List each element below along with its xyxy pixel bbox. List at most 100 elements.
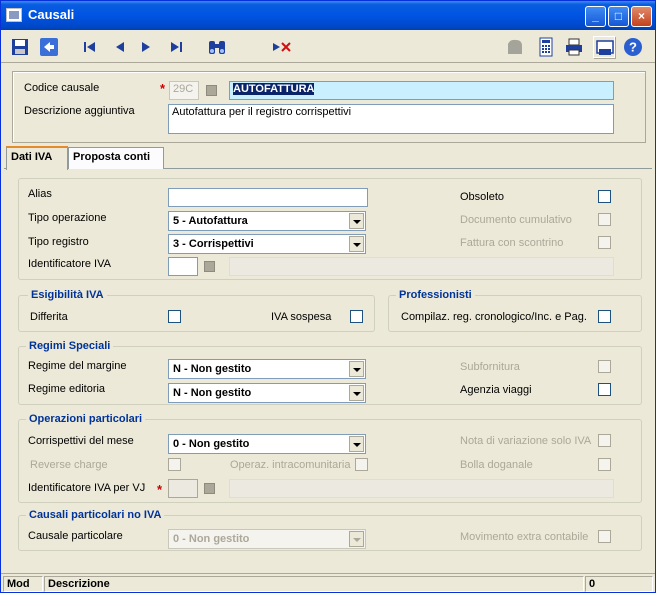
causali-window: Causali _ □ × ? Codice causale * 29C AUT… xyxy=(0,0,656,593)
tipo-operazione-value: 5 - Autofattura xyxy=(173,215,248,227)
svg-text:?: ? xyxy=(629,40,637,55)
gray-shape-icon[interactable] xyxy=(504,36,526,58)
identificatore-iva-label: Identificatore IVA xyxy=(28,258,111,270)
causale-particolare-value: 0 - Non gestito xyxy=(173,533,250,545)
chevron-down-icon[interactable] xyxy=(349,385,364,401)
obsoleto-checkbox[interactable] xyxy=(598,190,611,203)
fattura-scontrino-checkbox[interactable] xyxy=(598,236,611,249)
documento-cumulativo-checkbox[interactable] xyxy=(598,213,611,226)
movimento-extra-checkbox[interactable] xyxy=(598,530,611,543)
tab-dati-iva[interactable]: Dati IVA xyxy=(6,146,68,170)
iva-sospesa-label: IVA sospesa xyxy=(271,311,332,323)
descrizione-aggiuntiva-field[interactable]: Autofattura per il registro corrispettiv… xyxy=(168,104,614,134)
obsoleto-label: Obsoleto xyxy=(460,191,505,203)
delete-filter-icon[interactable] xyxy=(271,36,293,58)
identificatore-iva-description xyxy=(229,257,614,276)
last-record-icon[interactable] xyxy=(165,36,187,58)
tipo-operazione-label: Tipo operazione xyxy=(28,212,107,224)
regime-editoria-select[interactable]: N - Non gestito xyxy=(168,383,366,403)
subfornitura-label: Subfornitura xyxy=(460,361,520,373)
reverse-charge-label: Reverse charge xyxy=(30,459,108,471)
regimi-title: Regimi Speciali xyxy=(26,340,114,352)
tab-proposta-conti[interactable]: Proposta conti xyxy=(68,147,164,169)
intracomunitaria-checkbox[interactable] xyxy=(355,458,368,471)
compilaz-checkbox[interactable] xyxy=(598,310,611,323)
intracomunitaria-label: Operaz. intracomunitaria xyxy=(230,459,351,471)
agenzia-viaggi-checkbox[interactable] xyxy=(598,383,611,396)
chevron-down-icon[interactable] xyxy=(349,213,364,229)
agenzia-viaggi-label: Agenzia viaggi xyxy=(460,384,532,396)
chevron-down-icon[interactable] xyxy=(349,236,364,252)
previous-record-icon[interactable] xyxy=(109,36,131,58)
operazioni-title: Operazioni particolari xyxy=(26,413,146,425)
chevron-down-icon[interactable] xyxy=(349,531,364,547)
identificatore-lookup-button[interactable] xyxy=(204,261,215,272)
descrizione-aggiuntiva-label: Descrizione aggiuntiva xyxy=(24,105,135,117)
descrizione-field[interactable]: AUTOFATTURA xyxy=(229,81,614,100)
bolla-doganale-checkbox[interactable] xyxy=(598,458,611,471)
tipo-operazione-select[interactable]: 5 - Autofattura xyxy=(168,211,366,231)
first-record-icon[interactable] xyxy=(79,36,101,58)
identificatore-vj-description xyxy=(229,479,614,498)
nota-variazione-label: Nota di variazione solo IVA xyxy=(460,435,592,447)
identificatore-vj-label: Identificatore IVA per VJ xyxy=(28,482,146,494)
causali-no-iva-title: Causali particolari no IVA xyxy=(26,509,165,521)
window-title: Causali xyxy=(28,7,75,22)
documento-cumulativo-label: Documento cumulativo xyxy=(460,214,572,226)
status-descrizione: Descrizione xyxy=(44,576,584,592)
required-marker: * xyxy=(160,81,166,96)
app-icon xyxy=(6,8,22,22)
professionisti-title: Professionisti xyxy=(396,289,475,301)
calculator-icon[interactable] xyxy=(535,36,557,58)
fattura-scontrino-label: Fattura con scontrino xyxy=(460,237,564,249)
corrispettivi-select[interactable]: 0 - Non gestito xyxy=(168,434,366,454)
descrizione-selected-text: AUTOFATTURA xyxy=(233,83,315,95)
chevron-down-icon[interactable] xyxy=(349,361,364,377)
differita-label: Differita xyxy=(30,311,68,323)
tipo-registro-label: Tipo registro xyxy=(28,236,89,248)
regime-editoria-label: Regime editoria xyxy=(28,383,106,395)
status-bar: Mod Descrizione 0 xyxy=(1,573,655,593)
binoculars-icon[interactable] xyxy=(206,36,228,58)
compilaz-label: Compilaz. reg. cronologico/Inc. e Pag. xyxy=(401,311,587,323)
movimento-extra-label: Movimento extra contabile xyxy=(460,531,589,543)
causale-particolare-select[interactable]: 0 - Non gestito xyxy=(168,529,366,549)
identificatore-vj-lookup-button[interactable] xyxy=(204,483,215,494)
regime-margine-select[interactable]: N - Non gestito xyxy=(168,359,366,379)
help-icon[interactable]: ? xyxy=(622,36,644,58)
status-mod: Mod xyxy=(3,576,43,592)
esigibilita-title: Esigibilità IVA xyxy=(28,289,107,301)
status-count: 0 xyxy=(585,576,653,592)
print-preview-icon[interactable] xyxy=(593,36,615,58)
regime-editoria-value: N - Non gestito xyxy=(173,387,252,399)
required-marker: * xyxy=(157,482,163,497)
identificatore-iva-field[interactable] xyxy=(168,257,198,276)
minimize-button[interactable]: _ xyxy=(585,6,606,27)
back-icon[interactable] xyxy=(38,36,60,58)
maximize-button[interactable]: □ xyxy=(608,6,629,27)
save-icon[interactable] xyxy=(9,36,31,58)
title-bar[interactable]: Causali _ □ × xyxy=(1,1,655,30)
tipo-registro-select[interactable]: 3 - Corrispettivi xyxy=(168,234,366,254)
printer-icon[interactable] xyxy=(563,36,585,58)
next-record-icon[interactable] xyxy=(135,36,157,58)
regime-margine-value: N - Non gestito xyxy=(173,363,252,375)
nota-variazione-checkbox[interactable] xyxy=(598,434,611,447)
codice-causale-field[interactable]: 29C xyxy=(169,81,199,100)
codice-causale-label: Codice causale xyxy=(24,82,100,94)
alias-field[interactable] xyxy=(168,188,368,207)
subfornitura-checkbox[interactable] xyxy=(598,360,611,373)
reverse-charge-checkbox[interactable] xyxy=(168,458,181,471)
corrispettivi-label: Corrispettivi del mese xyxy=(28,435,134,447)
codice-lookup-button[interactable] xyxy=(206,85,217,96)
bolla-doganale-label: Bolla doganale xyxy=(460,459,533,471)
toolbar: ? xyxy=(1,30,655,63)
chevron-down-icon[interactable] xyxy=(349,436,364,452)
corrispettivi-value: 0 - Non gestito xyxy=(173,438,250,450)
alias-label: Alias xyxy=(28,188,52,200)
close-button[interactable]: × xyxy=(631,6,652,27)
causale-particolare-label: Causale particolare xyxy=(28,530,123,542)
differita-checkbox[interactable] xyxy=(168,310,181,323)
iva-sospesa-checkbox[interactable] xyxy=(350,310,363,323)
identificatore-vj-field[interactable] xyxy=(168,479,198,498)
